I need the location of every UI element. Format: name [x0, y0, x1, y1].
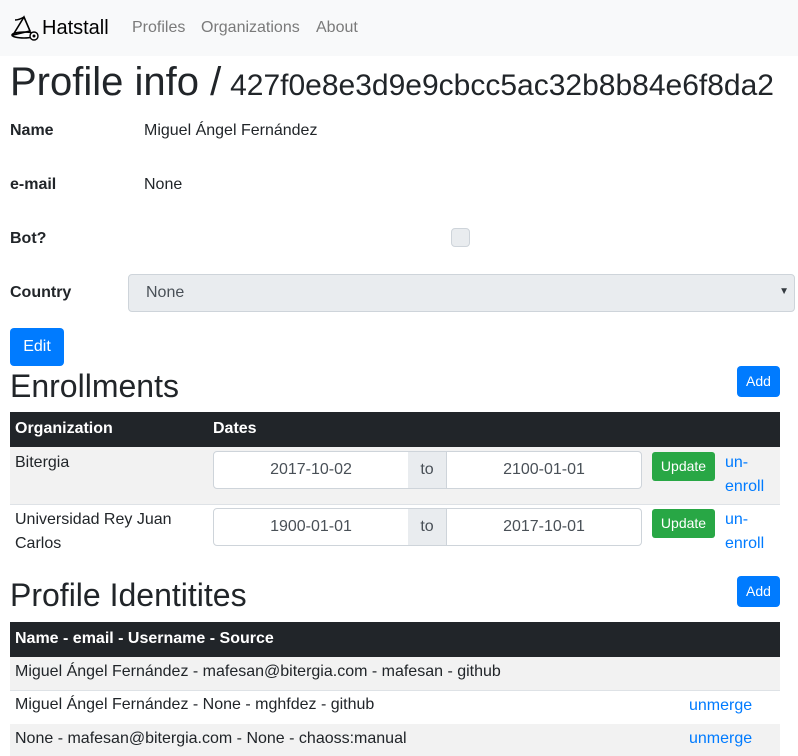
identity-row: Miguel Ángel Fernández - mafesan@bitergi… — [10, 657, 780, 690]
identity-row: Miguel Ángel Fernández - None - mghfdez … — [10, 691, 780, 723]
unmerge-link[interactable]: unmerge — [689, 727, 752, 751]
date-range-separator: to — [408, 508, 446, 546]
enrollment-organization-cont: Carlos — [15, 535, 62, 552]
country-label: Country — [10, 284, 72, 301]
nav-link-organizations[interactable]: Organizations — [201, 18, 300, 38]
unenroll-link[interactable]: un- — [725, 451, 748, 475]
update-enrollment-button[interactable]: Update — [652, 509, 715, 538]
add-enrollment-button[interactable]: Add — [737, 366, 780, 397]
enrollments-table-header: Organization Dates — [10, 412, 780, 447]
identity-row: None - mafesan@bitergia.com - None - cha… — [10, 724, 780, 756]
country-select[interactable]: None ▼ — [128, 274, 795, 312]
column-header-organization: Organization — [15, 420, 113, 437]
country-select-value: None — [146, 284, 185, 301]
enrollments-title: Enrollments — [10, 368, 179, 404]
caret-down-icon: ▼ — [779, 286, 789, 297]
identities-table-header: Name - email - Username - Source — [10, 622, 780, 657]
bot-label: Bot? — [10, 230, 47, 247]
navbar: Hatstall Profiles Organizations About — [0, 0, 798, 56]
brand-name: Hatstall — [42, 17, 109, 39]
bot-checkbox[interactable] — [451, 228, 470, 247]
enrollment-to-date-input[interactable]: 2017-10-01 — [446, 508, 642, 546]
enrollment-organization: Universidad Rey Juan — [15, 511, 172, 528]
identities-title: Profile Identitites — [10, 577, 247, 613]
email-value: None — [144, 176, 183, 193]
unenroll-link-cont[interactable]: enroll — [725, 475, 764, 499]
date-range-separator: to — [408, 451, 446, 489]
page-title: Profile info / 427f0e8e3d9e9cbcc5ac32b8b… — [10, 58, 774, 110]
enrollment-to-date-input[interactable]: 2100-01-01 — [446, 451, 642, 489]
column-header-dates: Dates — [213, 420, 257, 437]
update-enrollment-button[interactable]: Update — [652, 452, 715, 481]
identity-text: None - mafesan@bitergia.com - None - cha… — [15, 730, 407, 747]
column-header-identity: Name - email - Username - Source — [15, 630, 274, 647]
profile-id: 427f0e8e3d9e9cbcc5ac32b8b84e6f8da2 — [230, 69, 774, 102]
unmerge-link[interactable]: unmerge — [689, 694, 752, 718]
enrollment-organization: Bitergia — [15, 454, 70, 471]
edit-button[interactable]: Edit — [10, 328, 64, 366]
wizard-hat-icon — [11, 15, 39, 41]
unenroll-link[interactable]: un- — [725, 508, 748, 532]
identity-text: Miguel Ángel Fernández - None - mghfdez … — [15, 696, 375, 713]
name-value: Miguel Ángel Fernández — [144, 122, 318, 139]
unenroll-link-cont[interactable]: enroll — [725, 532, 764, 556]
email-label: e-mail — [10, 176, 57, 193]
page-title-prefix: Profile info / — [10, 60, 222, 104]
nav-link-about[interactable]: About — [316, 18, 358, 38]
name-label: Name — [10, 122, 54, 139]
nav-link-profiles[interactable]: Profiles — [132, 18, 185, 38]
brand[interactable]: Hatstall — [10, 14, 109, 42]
enrollment-from-date-input[interactable]: 2017-10-02 — [213, 451, 409, 489]
identity-text: Miguel Ángel Fernández - mafesan@bitergi… — [15, 663, 501, 680]
add-identity-button[interactable]: Add — [737, 576, 780, 607]
enrollment-from-date-input[interactable]: 1900-01-01 — [213, 508, 409, 546]
